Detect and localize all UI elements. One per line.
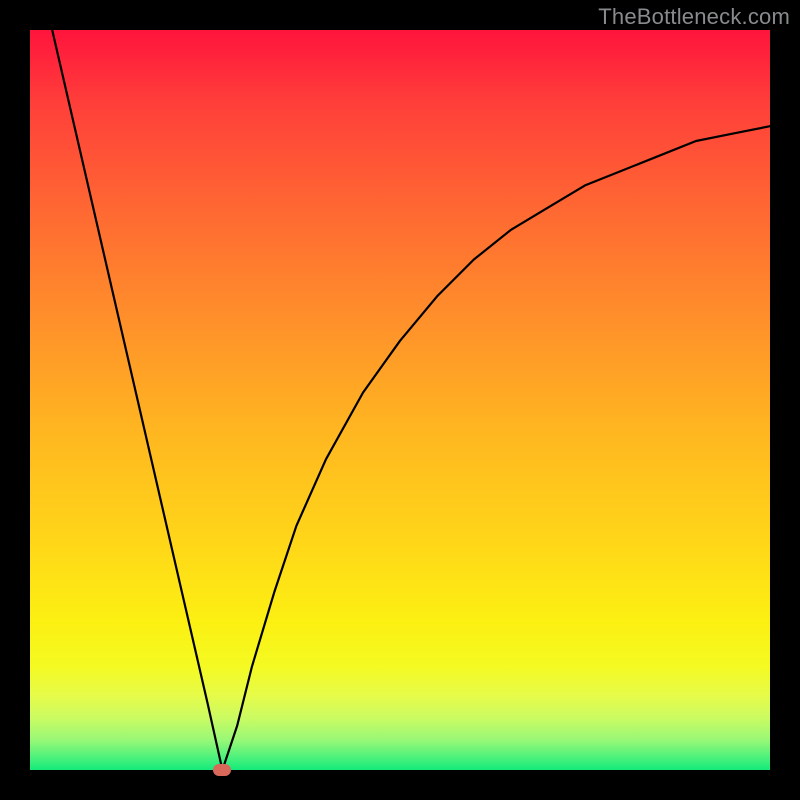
bottleneck-curve <box>30 30 770 770</box>
chart-container: TheBottleneck.com <box>0 0 800 800</box>
optimal-point-marker <box>213 764 231 776</box>
site-watermark: TheBottleneck.com <box>598 4 790 30</box>
plot-area <box>30 30 770 770</box>
